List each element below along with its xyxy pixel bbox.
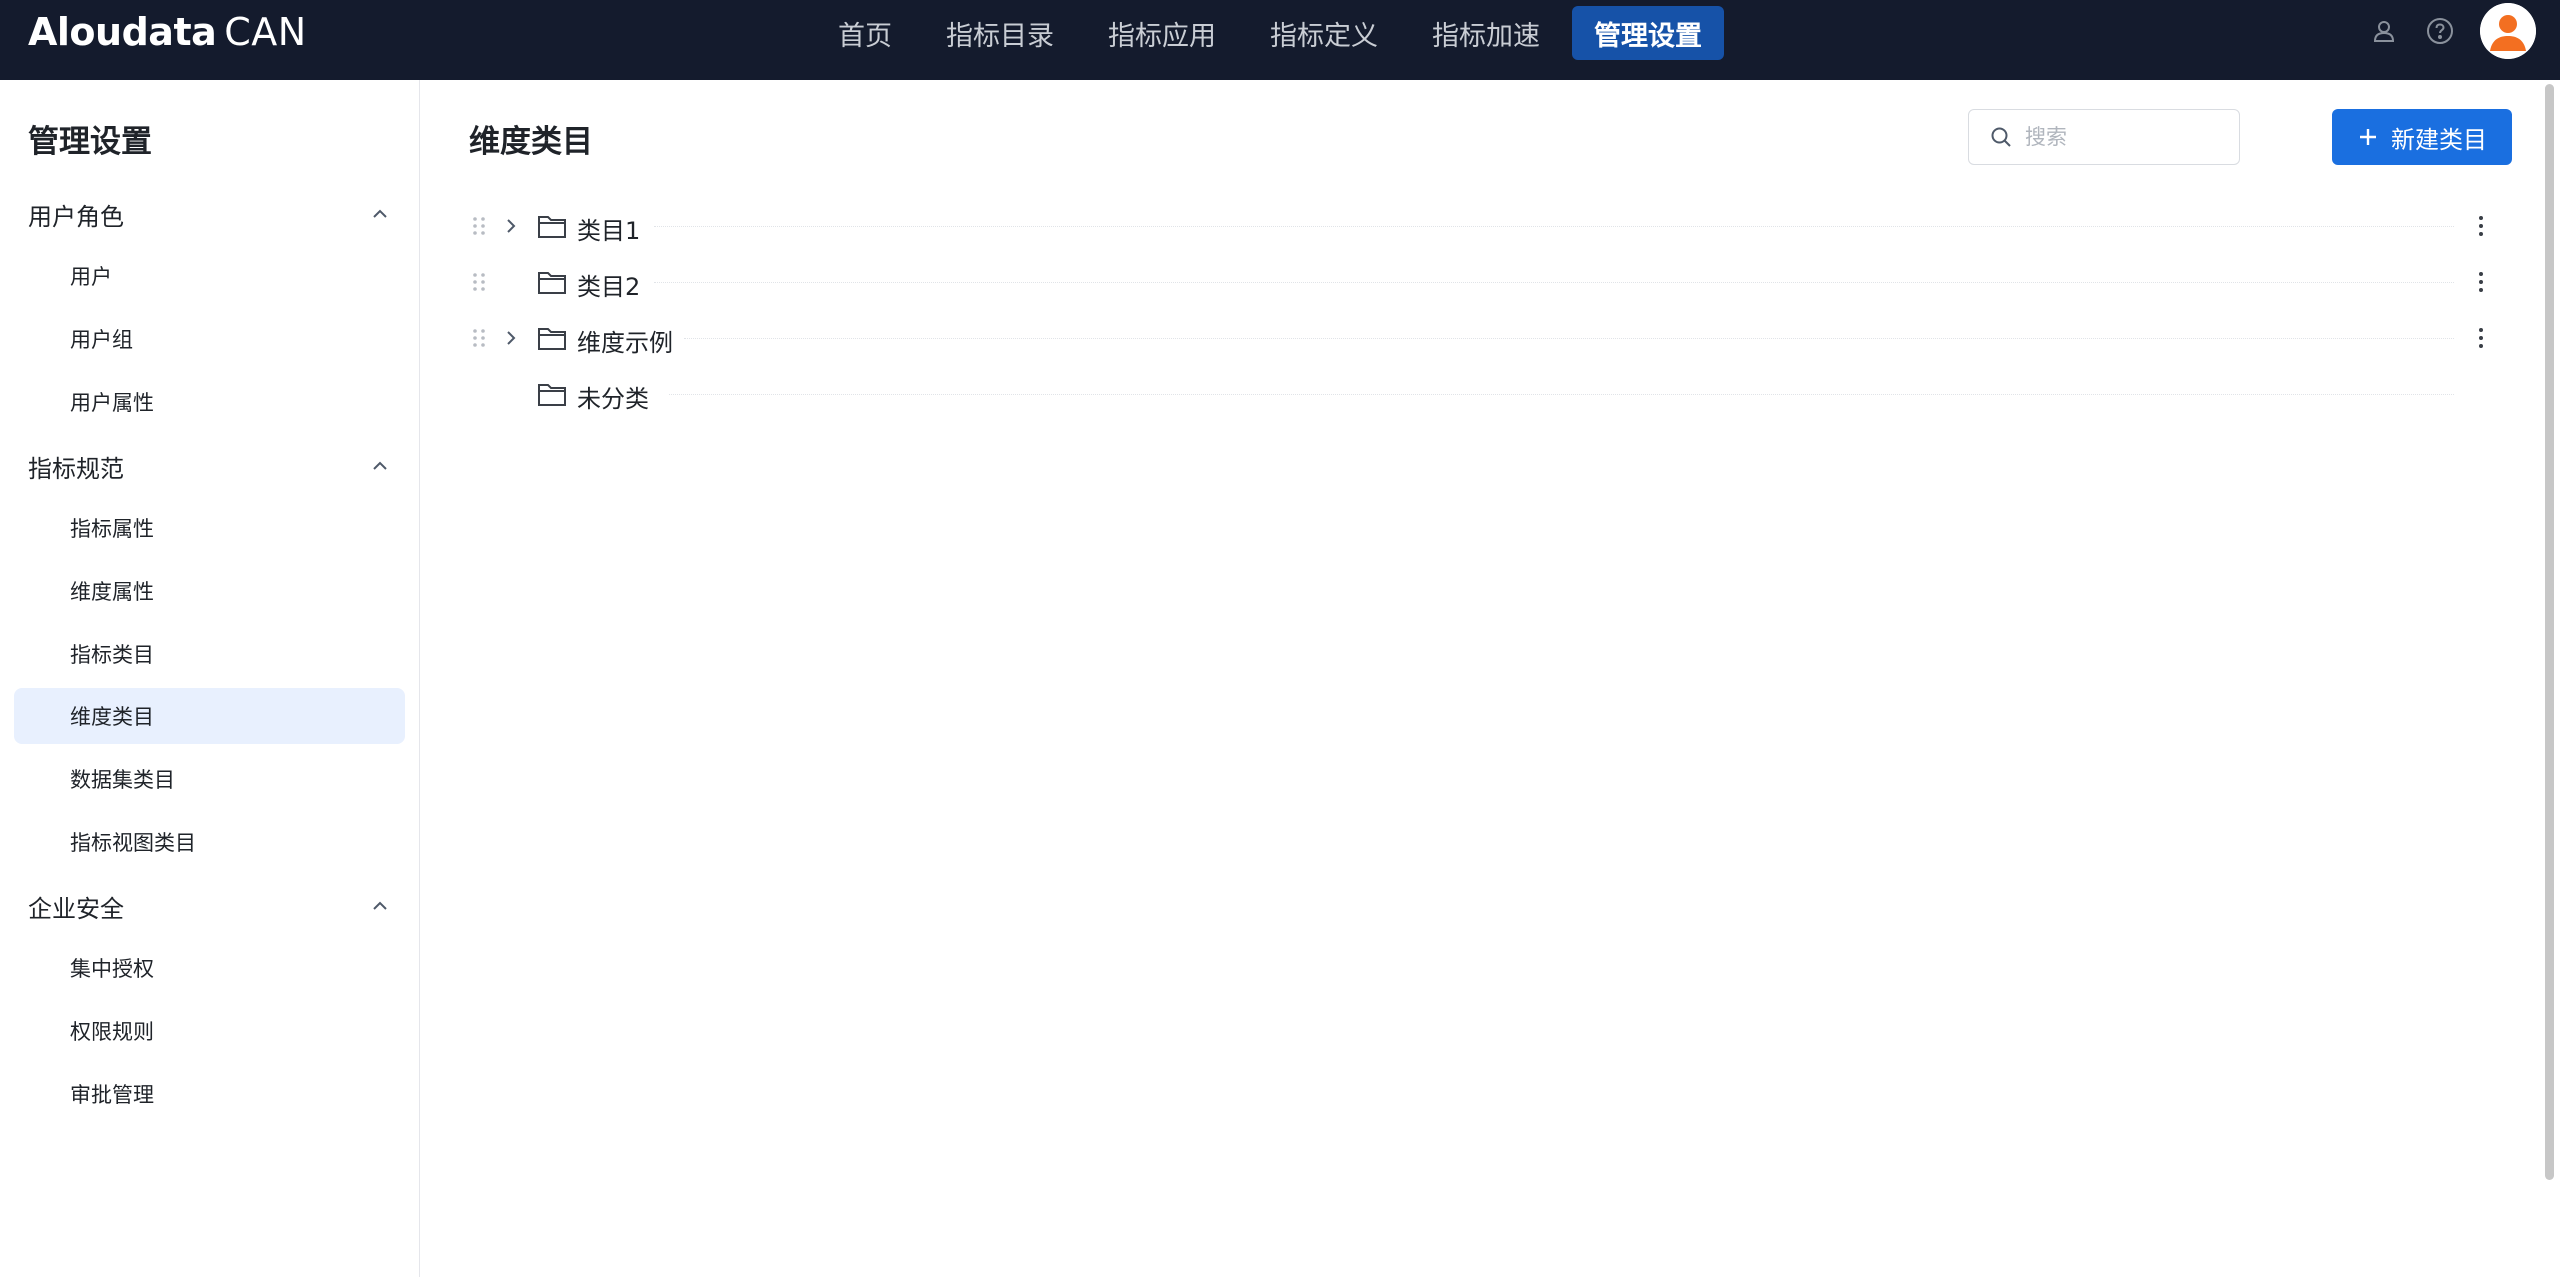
sidebar-item-dataset-categories[interactable]: 数据集类目 bbox=[14, 751, 405, 807]
chevron-up-icon bbox=[373, 209, 387, 218]
chevron-up-icon bbox=[373, 461, 387, 470]
sidebar-item-user-groups[interactable]: 用户组 bbox=[14, 311, 405, 367]
sidebar-item-metric-categories[interactable]: 指标类目 bbox=[14, 626, 405, 682]
plus-icon bbox=[2357, 126, 2379, 148]
more-options-icon[interactable] bbox=[2469, 324, 2493, 352]
new-category-button[interactable]: 新建类目 bbox=[2332, 109, 2512, 165]
drag-handle-icon[interactable] bbox=[469, 324, 489, 352]
search-icon bbox=[1991, 127, 2011, 147]
sidebar: 管理设置 用户角色 用户 用户组 用户属性 指标规范 指标属性 维度属性 指标类… bbox=[0, 80, 420, 1277]
search-input[interactable] bbox=[2025, 125, 2225, 149]
new-category-label: 新建类目 bbox=[2391, 125, 2487, 154]
tree-item-label: 类目1 bbox=[577, 217, 641, 245]
tree-item-label: 未分类 bbox=[577, 385, 649, 413]
tree-row[interactable]: 类目1 bbox=[469, 198, 2529, 254]
drag-handle-icon[interactable] bbox=[469, 268, 489, 296]
sidebar-item-dimension-attributes[interactable]: 维度属性 bbox=[14, 563, 405, 619]
folder-icon bbox=[538, 272, 566, 294]
tree-row[interactable]: 未分类 bbox=[469, 366, 2529, 422]
chevron-right-icon[interactable] bbox=[499, 326, 523, 350]
sidebar-group-header[interactable]: 指标规范 bbox=[0, 441, 420, 491]
logo-product: CAN bbox=[224, 10, 307, 54]
help-icon[interactable] bbox=[2424, 15, 2456, 47]
avatar[interactable] bbox=[2480, 3, 2536, 59]
search-box[interactable] bbox=[1968, 109, 2240, 165]
folder-icon bbox=[538, 328, 566, 350]
page-title: 维度类目 bbox=[469, 124, 593, 160]
nav-item-metric-catalog[interactable]: 指标目录 bbox=[924, 6, 1076, 60]
row-divider bbox=[654, 226, 2454, 227]
sidebar-item-user-attributes[interactable]: 用户属性 bbox=[14, 374, 405, 430]
sidebar-title: 管理设置 bbox=[28, 124, 152, 160]
nav-item-metric-definition[interactable]: 指标定义 bbox=[1248, 6, 1400, 60]
nav-item-admin-settings[interactable]: 管理设置 bbox=[1572, 6, 1724, 60]
nav-item-home[interactable]: 首页 bbox=[816, 6, 914, 60]
sidebar-group-header[interactable]: 用户角色 bbox=[0, 189, 420, 239]
sidebar-item-approval-management[interactable]: 审批管理 bbox=[14, 1066, 405, 1122]
scrollbar[interactable] bbox=[2545, 84, 2554, 1180]
sidebar-item-permission-rules[interactable]: 权限规则 bbox=[14, 1003, 405, 1059]
sidebar-group-label: 指标规范 bbox=[28, 454, 124, 483]
sidebar-item-metric-view-categories[interactable]: 指标视图类目 bbox=[14, 814, 405, 870]
tree-item-label: 维度示例 bbox=[577, 329, 673, 357]
sidebar-item-metric-attributes[interactable]: 指标属性 bbox=[14, 500, 405, 556]
row-divider bbox=[669, 394, 2454, 395]
row-divider bbox=[654, 282, 2454, 283]
sidebar-group-user-roles: 用户角色 bbox=[0, 189, 420, 239]
sidebar-item-central-authorization[interactable]: 集中授权 bbox=[14, 940, 405, 996]
header-actions bbox=[2368, 0, 2560, 62]
more-options-icon[interactable] bbox=[2469, 268, 2493, 296]
nav-item-metric-acceleration[interactable]: 指标加速 bbox=[1410, 6, 1562, 60]
sidebar-group-label: 企业安全 bbox=[28, 894, 124, 923]
main-content: 维度类目 新建类目 类目1 类目2 维度示例 bbox=[421, 80, 2539, 1277]
tree-item-label: 类目2 bbox=[577, 273, 641, 301]
sidebar-item-users[interactable]: 用户 bbox=[14, 248, 405, 304]
main-nav: 首页 指标目录 指标应用 指标定义 指标加速 管理设置 bbox=[816, 6, 1734, 60]
chevron-right-icon[interactable] bbox=[499, 214, 523, 238]
chevron-up-icon bbox=[373, 901, 387, 910]
tree-row[interactable]: 维度示例 bbox=[469, 310, 2529, 366]
row-divider bbox=[684, 338, 2454, 339]
sidebar-group-header[interactable]: 企业安全 bbox=[0, 881, 420, 931]
app-logo[interactable]: Aloudata CAN bbox=[28, 8, 307, 56]
logo-brand: Aloudata bbox=[28, 10, 217, 54]
sidebar-group-metric-specs: 指标规范 bbox=[0, 441, 420, 491]
folder-icon bbox=[538, 216, 566, 238]
user-outline-icon[interactable] bbox=[2368, 15, 2400, 47]
sidebar-item-dimension-categories[interactable]: 维度类目 bbox=[14, 688, 405, 744]
folder-icon bbox=[538, 384, 566, 406]
nav-item-metric-apps[interactable]: 指标应用 bbox=[1086, 6, 1238, 60]
tree-row[interactable]: 类目2 bbox=[469, 254, 2529, 310]
top-bar: Aloudata CAN 首页 指标目录 指标应用 指标定义 指标加速 管理设置 bbox=[0, 0, 2560, 80]
drag-handle-icon[interactable] bbox=[469, 212, 489, 240]
sidebar-group-label: 用户角色 bbox=[28, 202, 124, 231]
more-options-icon[interactable] bbox=[2469, 212, 2493, 240]
sidebar-group-enterprise-security: 企业安全 bbox=[0, 881, 420, 931]
